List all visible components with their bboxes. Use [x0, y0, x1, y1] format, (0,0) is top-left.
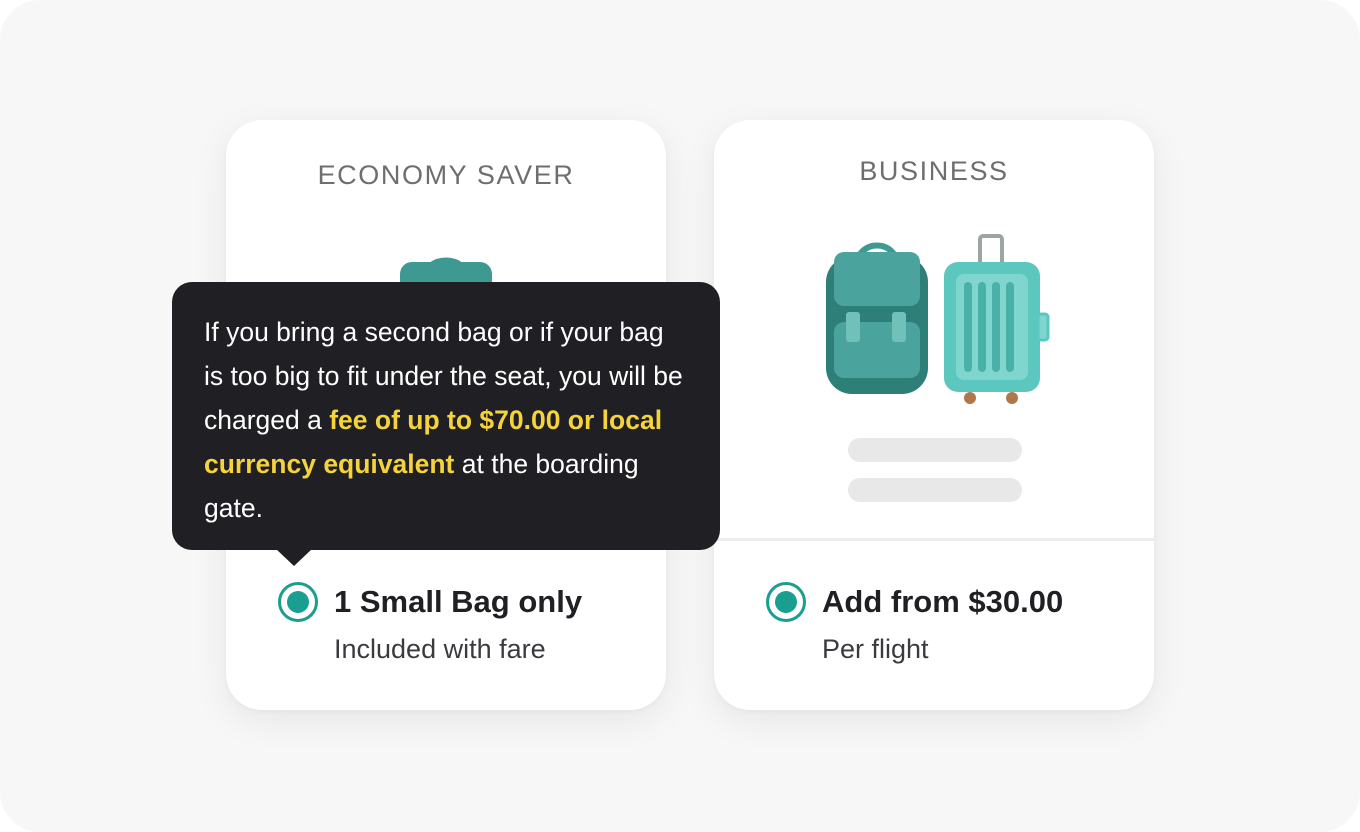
placeholder-bar [848, 478, 1022, 502]
option-sublabel: Per flight [822, 634, 929, 664]
suitcase-icon [944, 234, 1050, 404]
radio-selected-dot [287, 591, 309, 613]
backpack-icon [826, 242, 928, 394]
plan-card-business[interactable]: BUSINESS Add from $30.00 Per flight [714, 120, 1154, 710]
radio-button-small-bag[interactable] [278, 582, 318, 622]
placeholder-bar [848, 438, 1022, 462]
tooltip-arrow [276, 549, 312, 566]
plan-title: ECONOMY SAVER [317, 160, 575, 190]
divider [714, 538, 1154, 541]
plan-title: BUSINESS [859, 156, 1009, 186]
baggage-fee-tooltip: If you bring a second bag or if your bag… [172, 282, 720, 566]
option-label: 1 Small Bag only [334, 584, 583, 619]
radio-button-add-bag[interactable] [766, 582, 806, 622]
option-label: Add from $30.00 [822, 584, 1064, 619]
page-background: ECONOMY SAVER 1 Small Bag only Included … [0, 0, 1360, 832]
radio-selected-dot [775, 591, 797, 613]
option-sublabel: Included with fare [334, 634, 546, 664]
